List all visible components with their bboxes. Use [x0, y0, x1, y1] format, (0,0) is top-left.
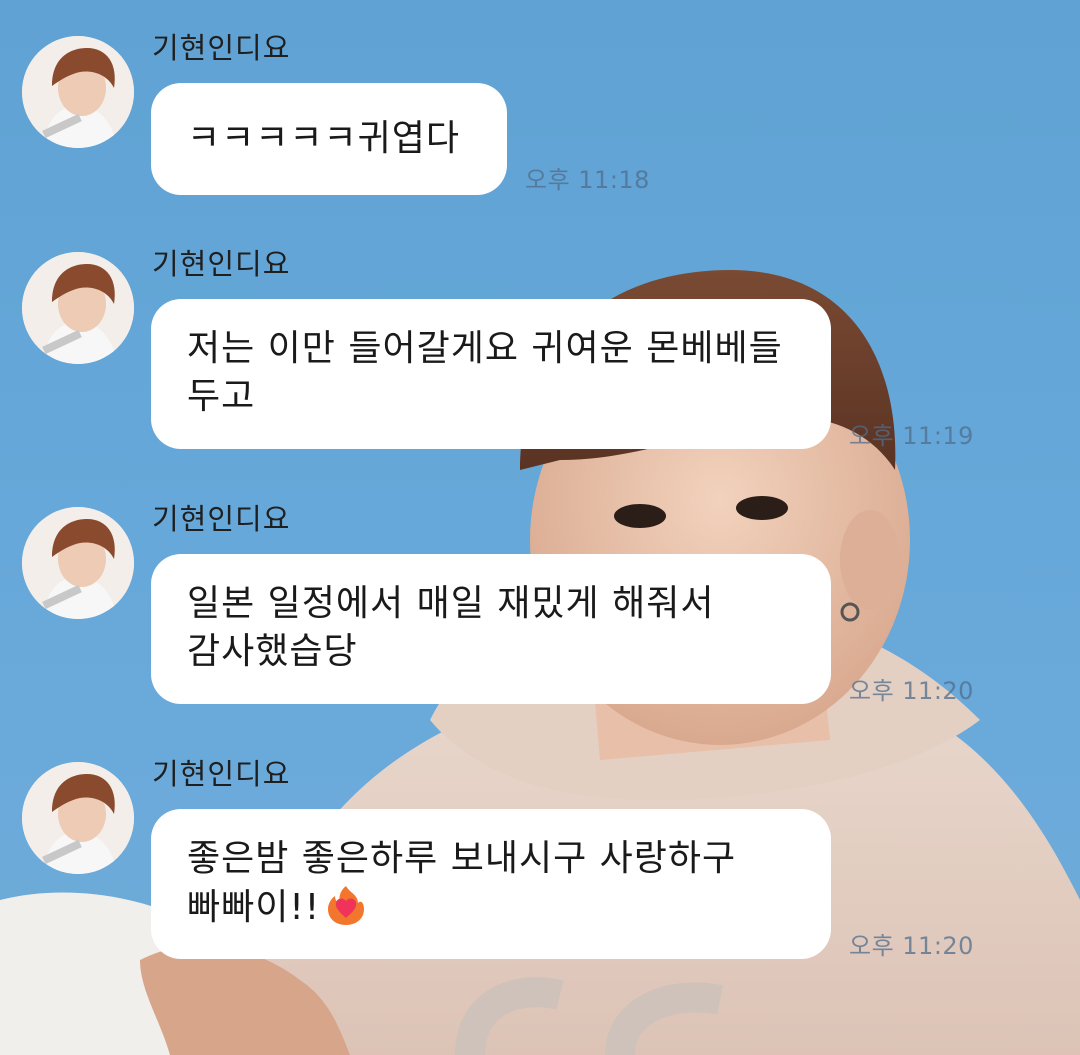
message-text: 빠빠이!! [187, 887, 321, 928]
sender-name: 기현인디요 [152, 502, 291, 536]
chat-background: 기현인디요 ㅋㅋㅋㅋㅋ귀엽다 오후 11:18 기현인디요 저는 이만 들어갈게… [0, 0, 1080, 1055]
message-text-line-with-emoji: 빠빠이!! [187, 883, 795, 932]
message-bubble[interactable]: 좋은밤 좋은하루 보내시구 사랑하구 빠빠이!! [151, 809, 831, 959]
avatar-image [22, 762, 134, 874]
avatar[interactable] [22, 507, 134, 619]
avatar[interactable] [22, 36, 134, 148]
message-bubble[interactable]: 일본 일정에서 매일 재밌게 해줘서 감사했습당 [151, 554, 831, 704]
avatar[interactable] [22, 762, 134, 874]
message-group: 기현인디요 좋은밤 좋은하루 보내시구 사랑하구 빠빠이!! 오후 11:20 [0, 726, 1080, 981]
message-text-line: 일본 일정에서 매일 재밌게 해줘서 [187, 583, 715, 624]
message-timestamp: 오후 11:20 [849, 677, 974, 705]
sender-name: 기현인디요 [152, 247, 291, 281]
heart-on-fire-icon [328, 886, 365, 925]
message-timestamp: 오후 11:20 [849, 932, 974, 960]
message-timestamp: 오후 11:18 [525, 166, 650, 194]
message-text-line: 두고 [187, 376, 256, 417]
avatar-image [22, 252, 134, 364]
message-bubble[interactable]: ㅋㅋㅋㅋㅋ귀엽다 [151, 83, 507, 195]
message-text-line: 저는 이만 들어갈게요 귀여운 몬베베들 [187, 328, 783, 369]
message-text: ㅋㅋㅋㅋㅋ귀엽다 [187, 118, 460, 159]
message-text-line: 감사했습당 [187, 631, 358, 672]
message-group: 기현인디요 ㅋㅋㅋㅋㅋ귀엽다 오후 11:18 [0, 0, 1080, 220]
sender-name: 기현인디요 [152, 757, 291, 791]
message-bubble[interactable]: 저는 이만 들어갈게요 귀여운 몬베베들 두고 [151, 299, 831, 449]
message-text-line: 좋은밤 좋은하루 보내시구 사랑하구 [187, 838, 737, 879]
avatar-image [22, 36, 134, 148]
avatar-image [22, 507, 134, 619]
message-group: 기현인디요 저는 이만 들어갈게요 귀여운 몬베베들 두고 오후 11:19 [0, 216, 1080, 471]
avatar[interactable] [22, 252, 134, 364]
message-timestamp: 오후 11:19 [849, 422, 974, 450]
message-group: 기현인디요 일본 일정에서 매일 재밌게 해줘서 감사했습당 오후 11:20 [0, 471, 1080, 726]
sender-name: 기현인디요 [152, 31, 291, 65]
